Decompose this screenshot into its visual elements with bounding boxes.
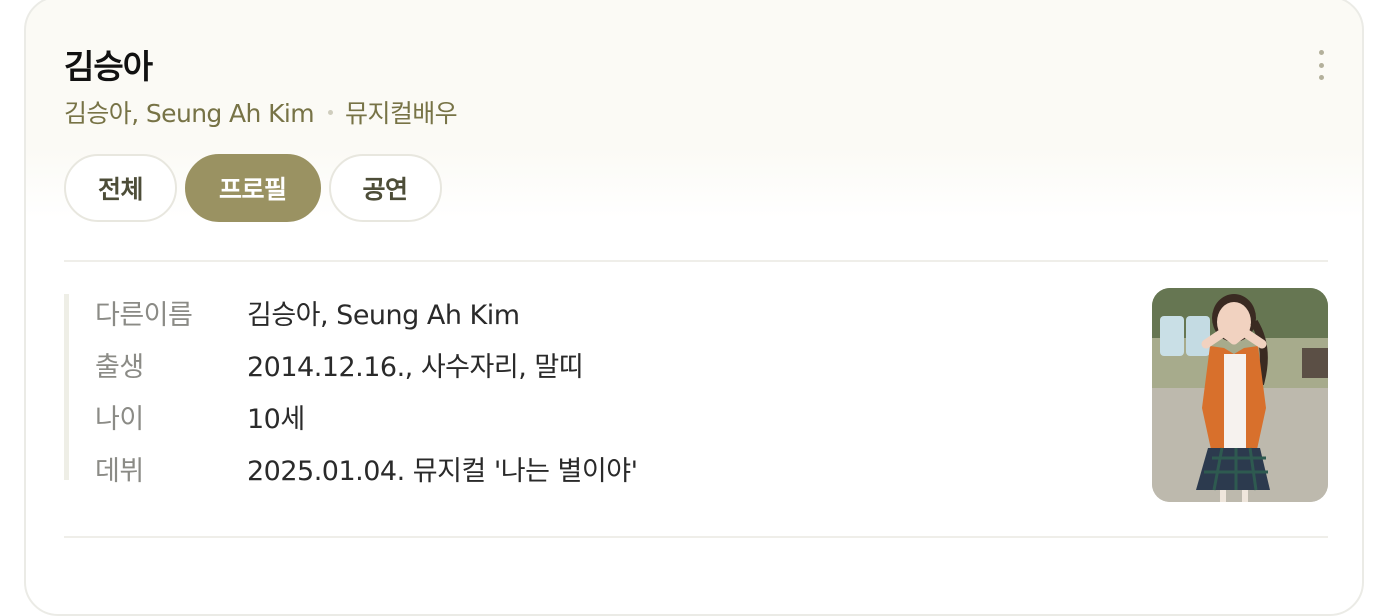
divider-top [64, 260, 1328, 262]
info-row-aliases: 다른이름 김승아, Seung Ah Kim [95, 286, 638, 338]
profile-info-list: 다른이름 김승아, Seung Ah Kim 출생 2014.12.16., 사… [64, 294, 638, 487]
page-title: 김승아 [64, 47, 153, 86]
divider-bottom [64, 536, 1328, 538]
profile-photo-image [1152, 288, 1328, 502]
profile-card: 김승아 김승아, Seung Ah Kim 뮤지컬배우 전체 프로필 공연 다른… [24, 0, 1364, 616]
info-row-debut: 데뷔 2025.01.04. 뮤지컬 '나는 별이야' [95, 442, 638, 494]
tab-bar: 전체 프로필 공연 [64, 154, 442, 222]
info-value: 김승아, Seung Ah Kim [247, 299, 520, 331]
more-dot-1 [1318, 50, 1324, 55]
tab-profile[interactable]: 프로필 [185, 154, 321, 222]
info-value[interactable]: 2025.01.04. 뮤지컬 '나는 별이야' [247, 449, 638, 488]
alias-text: 김승아, Seung Ah Kim [64, 99, 315, 128]
more-dot-3 [1318, 75, 1324, 80]
tab-performance[interactable]: 공연 [328, 154, 442, 222]
more-dot-2 [1318, 62, 1324, 68]
info-label: 나이 [95, 403, 144, 435]
info-value[interactable]: 2014.12.16., 사수자리, 말띠 [247, 345, 584, 384]
occupation-text[interactable]: 뮤지컬배우 [345, 94, 458, 130]
info-value: 10세 [247, 403, 305, 435]
more-options-icon[interactable] [1316, 50, 1326, 80]
separator-dot [328, 109, 334, 115]
info-row-birth: 출생 2014.12.16., 사수자리, 말띠 [95, 338, 638, 390]
subtitle: 김승아, Seung Ah Kim 뮤지컬배우 [64, 94, 458, 130]
info-label: 데뷔 [95, 455, 144, 487]
tab-all[interactable]: 전체 [64, 154, 178, 222]
profile-photo[interactable] [1152, 288, 1328, 502]
info-label: 다른이름 [95, 299, 193, 331]
info-row-age: 나이 10세 [95, 390, 638, 442]
info-label: 출생 [95, 351, 144, 383]
